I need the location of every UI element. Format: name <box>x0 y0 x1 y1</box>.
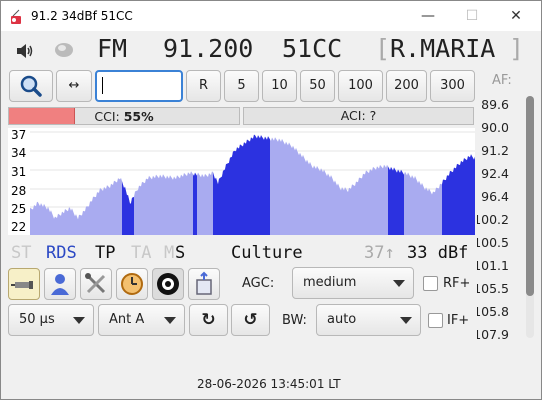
aci-value: ? <box>369 108 377 123</box>
af-item[interactable]: 89.6 <box>477 97 509 112</box>
tools-icon <box>85 273 106 294</box>
aci-meter: ACI: ? <box>243 107 474 125</box>
agc-select[interactable]: medium <box>292 267 414 299</box>
datetime-status: 28-06-2026 13:45:01 LT <box>197 377 341 391</box>
magnifier-icon <box>20 75 42 97</box>
radio-app-icon <box>11 9 21 24</box>
af-item[interactable]: 90.0 <box>477 120 509 135</box>
af-list[interactable]: 89.6 90.0 91.2 92.4 96.4 100.2 100.5 101… <box>477 95 523 339</box>
ps-bracket-open: [ <box>375 34 391 63</box>
rotate-cw-button[interactable]: ↻ <box>189 304 228 336</box>
band-label: FM <box>97 34 128 63</box>
chevron-down-icon <box>73 317 85 324</box>
bucket-icon <box>196 271 212 295</box>
rotate-ccw-button[interactable]: ↺ <box>231 304 270 336</box>
y-tick-37: 37 <box>11 128 27 142</box>
aci-label: ACI: <box>340 108 366 123</box>
y-tick-22: 22 <box>11 220 27 234</box>
signal-peak: 37↑ <box>364 243 395 263</box>
step-button-5[interactable]: 5 <box>224 70 259 102</box>
ps-bracket-close: ] <box>509 34 525 63</box>
pty-label: Culture <box>231 243 303 263</box>
af-item[interactable]: 107.9 <box>477 327 509 339</box>
af-item[interactable]: 105.8 <box>477 304 509 319</box>
title-bar: 91.2 34dBf 51CC — ☐ ✕ <box>1 1 541 31</box>
bandwidth-select[interactable]: auto <box>316 304 421 336</box>
swap-button[interactable]: ↔ <box>56 70 92 102</box>
cci-meter: CCI: 55% <box>8 107 240 125</box>
antenna-value: Ant A <box>109 312 145 327</box>
scan-icon <box>157 273 179 295</box>
deemphasis-select[interactable]: 50 µs <box>8 304 94 336</box>
step-button-10[interactable]: 10 <box>262 70 297 102</box>
if-boost-checkbox[interactable] <box>428 313 443 328</box>
rds-indicator: RDS <box>46 243 77 263</box>
music-indicator: M <box>164 243 175 263</box>
af-item[interactable]: 91.2 <box>477 143 509 158</box>
scheduler-button[interactable] <box>116 268 148 300</box>
af-item[interactable]: 100.5 <box>477 235 509 250</box>
bw-label: BW: <box>282 313 307 328</box>
deemphasis-value: 50 µs <box>19 312 55 327</box>
signal-level: 33 dBf <box>407 243 469 263</box>
ta-indicator: TA <box>131 243 152 263</box>
agc-value: medium <box>303 275 357 290</box>
chevron-down-icon <box>400 317 412 324</box>
spectrum-scan-button[interactable] <box>152 268 184 300</box>
tp-indicator: TP <box>95 243 116 263</box>
user-icon <box>51 274 69 295</box>
ps-name: R.MARIA <box>390 34 496 63</box>
frequency-input[interactable] <box>95 70 183 102</box>
chevron-down-icon <box>164 317 176 324</box>
speech-indicator: S <box>175 243 186 263</box>
close-button[interactable]: ✕ <box>501 5 531 27</box>
af-item[interactable]: 92.4 <box>477 166 509 181</box>
step-button-100[interactable]: 100 <box>338 70 383 102</box>
cci-value: 55% <box>123 109 154 124</box>
af-scrollbar-thumb[interactable] <box>526 96 534 296</box>
connection-status-icon <box>55 43 73 57</box>
clock-icon <box>121 273 143 295</box>
spectrum-plot <box>30 131 475 235</box>
y-tick-31: 31 <box>11 165 27 179</box>
af-item[interactable]: 96.4 <box>477 189 509 204</box>
connect-button[interactable] <box>8 268 40 300</box>
spectrum-graph[interactable]: 37 34 31 28 25 22 <box>8 128 475 235</box>
speaker-icon[interactable] <box>16 43 34 59</box>
step-button-50[interactable]: 50 <box>300 70 335 102</box>
plug-icon <box>11 281 33 289</box>
af-scrollbar[interactable] <box>526 96 534 338</box>
pi-code: 51CC <box>282 34 343 63</box>
bandwidth-value: auto <box>327 312 357 327</box>
maximize-button[interactable]: ☐ <box>457 5 487 27</box>
settings-button[interactable] <box>80 268 112 300</box>
step-button-200[interactable]: 200 <box>386 70 427 102</box>
text-cursor <box>102 77 103 94</box>
antenna-select[interactable]: Ant A <box>98 304 185 336</box>
af-item[interactable]: 105.5 <box>477 281 509 296</box>
search-button[interactable] <box>9 70 53 102</box>
rf-boost-checkbox[interactable] <box>423 276 438 291</box>
minimize-button[interactable]: — <box>413 5 443 27</box>
frequency-display[interactable]: 91.200 <box>163 34 253 63</box>
af-item[interactable]: 100.2 <box>477 212 509 227</box>
cci-label: CCI: <box>94 109 120 124</box>
af-item[interactable]: 101.1 <box>477 258 509 273</box>
step-button-r[interactable]: R <box>186 70 221 102</box>
preset-button[interactable] <box>188 268 220 300</box>
y-tick-25: 25 <box>11 202 27 216</box>
y-tick-28: 28 <box>11 184 27 198</box>
app-window: 91.2 34dBf 51CC — ☐ ✕ FM 91.200 51CC [ R… <box>0 0 542 400</box>
chevron-down-icon <box>393 280 405 287</box>
stereo-indicator: ST <box>11 243 32 263</box>
window-title: 91.2 34dBf 51CC <box>31 9 133 23</box>
if-boost-label: IF+ <box>447 313 470 328</box>
rf-boost-label: RF+ <box>443 276 471 291</box>
step-button-300[interactable]: 300 <box>430 70 475 102</box>
af-label: AF: <box>492 73 512 88</box>
user-button[interactable] <box>44 268 76 300</box>
agc-label: AGC: <box>242 276 275 291</box>
y-tick-34: 34 <box>11 146 27 160</box>
